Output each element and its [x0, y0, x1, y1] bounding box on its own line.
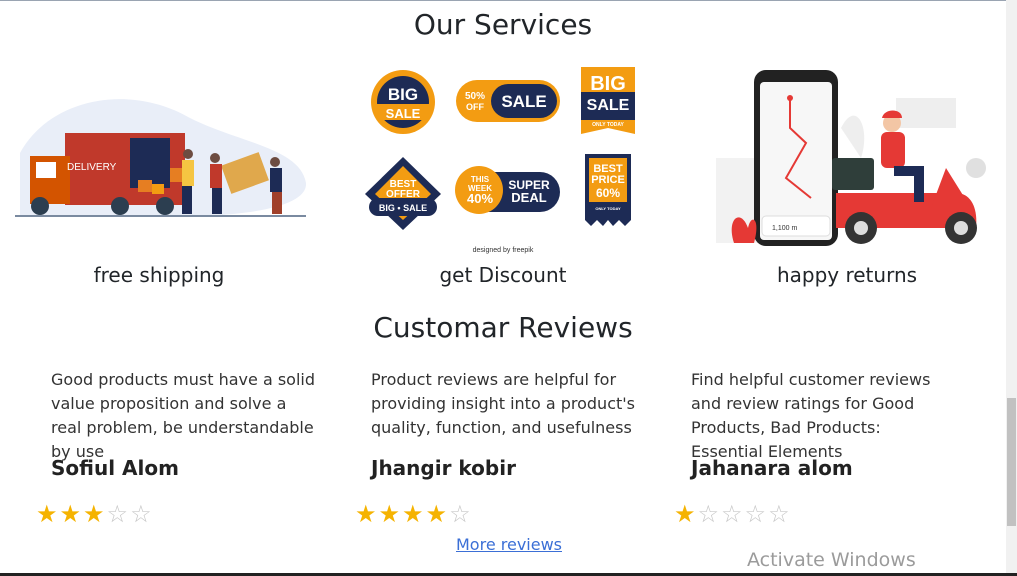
returns-illustration: 1,100 m	[716, 70, 986, 246]
service-label-get-discount: get Discount	[439, 263, 567, 287]
truck-label: DELIVERY	[67, 162, 117, 173]
star-rating: ★☆☆☆☆	[674, 500, 792, 528]
svg-text:50%: 50%	[465, 91, 485, 102]
reviewer-name: Sofiul Alom	[51, 456, 179, 480]
best-price-badge: BEST PRICE 60% ONLY TODAY	[585, 154, 631, 226]
big-sale-tag-badge: BIG SALE ONLY TODAY	[581, 67, 635, 134]
star-empty-icon: ☆	[721, 500, 745, 528]
scrollbar[interactable]	[1006, 0, 1017, 576]
star-filled-icon: ★	[402, 500, 426, 528]
star-filled-icon: ★	[378, 500, 403, 528]
svg-text:SALE: SALE	[501, 92, 546, 111]
more-reviews-link[interactable]: More reviews	[456, 535, 562, 554]
best-offer-badge: BEST OFFER BIG • SALE	[365, 157, 441, 230]
scrollbar-thumb[interactable]	[1007, 398, 1016, 526]
delivery-illustration: DELIVERY	[15, 99, 307, 217]
svg-text:BIG: BIG	[590, 73, 626, 95]
reviewer-name: Jahanara alom	[691, 456, 853, 480]
star-empty-icon: ☆	[697, 500, 722, 528]
svg-text:SALE: SALE	[587, 97, 630, 114]
star-filled-icon: ★	[425, 500, 450, 528]
svg-text:BIG • SALE: BIG • SALE	[379, 203, 427, 213]
sale-50-badge: 50% OFF SALE	[456, 80, 560, 122]
star-filled-icon: ★	[83, 500, 107, 528]
svg-text:THIS: THIS	[471, 175, 490, 184]
svg-text:40%: 40%	[467, 191, 493, 206]
star-filled-icon: ★	[674, 500, 698, 528]
star-rating: ★★★☆☆	[36, 500, 154, 528]
reviewer-name: Jhangir kobir	[371, 456, 516, 480]
services-title: Our Services	[413, 8, 593, 41]
star-empty-icon: ☆	[744, 500, 769, 528]
svg-text:ONLY TODAY: ONLY TODAY	[592, 122, 624, 128]
svg-text:SALE: SALE	[386, 106, 421, 121]
svg-text:BIG: BIG	[388, 85, 418, 104]
star-rating: ★★★★☆	[355, 500, 473, 528]
svg-text:60%: 60%	[596, 186, 620, 200]
activate-windows-watermark: Activate Windows	[747, 549, 916, 571]
map-distance: 1,100 m	[772, 225, 797, 232]
freepik-credit: designed by freepik	[473, 247, 534, 254]
top-border	[0, 0, 1006, 1]
svg-text:DEAL: DEAL	[511, 190, 546, 205]
star-empty-icon: ☆	[768, 500, 792, 528]
big-sale-badge: BIG SALE	[371, 70, 435, 134]
star-empty-icon: ☆	[449, 500, 473, 528]
star-empty-icon: ☆	[130, 500, 154, 528]
svg-text:PRICE: PRICE	[591, 174, 625, 186]
service-label-free-shipping: free shipping	[93, 263, 225, 287]
svg-text:ONLY TODAY: ONLY TODAY	[595, 206, 621, 211]
review-text: Product reviews are helpful for providin…	[371, 370, 635, 437]
super-deal-badge: THIS WEEK 40% SUPER DEAL	[455, 166, 560, 214]
review-text: Good products must have a solid value pr…	[51, 370, 316, 461]
star-empty-icon: ☆	[106, 500, 131, 528]
service-label-happy-returns: happy returns	[776, 263, 918, 287]
star-filled-icon: ★	[355, 500, 379, 528]
svg-text:OFF: OFF	[466, 102, 484, 112]
review-text: Find helpful customer reviews and review…	[691, 370, 931, 461]
reviews-title: Customar Reviews	[373, 311, 633, 344]
star-filled-icon: ★	[59, 500, 84, 528]
svg-text:OFFER: OFFER	[386, 189, 421, 200]
discount-badges-illustration: BIG SALE 50% OFF SALE BIG SALE ONLY TODA…	[365, 67, 635, 254]
star-filled-icon: ★	[36, 500, 60, 528]
